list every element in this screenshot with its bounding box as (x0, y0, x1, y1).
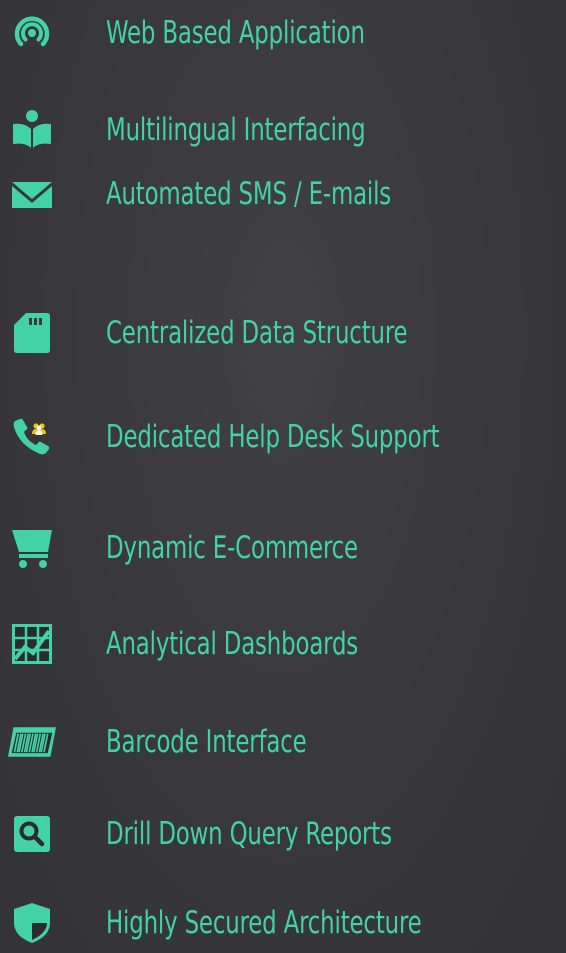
feature-item-web-based: Web Based Application (0, 3, 566, 63)
feature-label: Multilingual Interfacing (106, 112, 366, 148)
feature-label: Automated SMS / E-mails (106, 176, 392, 212)
feature-item-analytics: Analytical Dashboards (0, 614, 566, 674)
feature-item-e-commerce: Dynamic E-Commerce (0, 518, 566, 578)
feature-label: Analytical Dashboards (106, 626, 359, 662)
feature-item-multilingual: Multilingual Interfacing (0, 100, 566, 160)
feature-label: Barcode Interface (106, 724, 307, 760)
envelope-icon (8, 172, 56, 216)
chart-grid-icon (8, 622, 56, 666)
feature-list: Web Based Application Multilingual Inter… (0, 0, 566, 953)
broadcast-signal-icon (8, 11, 56, 55)
feature-label: Dynamic E-Commerce (106, 530, 358, 566)
feature-item-security: Highly Secured Architecture (0, 893, 566, 953)
feature-label: Highly Secured Architecture (106, 905, 422, 941)
support-phone-icon (8, 415, 56, 459)
shopping-cart-icon (8, 526, 56, 570)
feature-item-drill-down: Drill Down Query Reports (0, 804, 566, 864)
feature-item-centralized-data: Centralized Data Structure (0, 303, 566, 363)
search-icon (8, 812, 56, 856)
reader-book-icon (8, 108, 56, 152)
shield-icon (8, 901, 56, 945)
feature-item-automated-sms: Automated SMS / E-mails (0, 164, 566, 224)
feature-label: Centralized Data Structure (106, 315, 408, 351)
feature-label: Drill Down Query Reports (106, 816, 392, 852)
feature-label: Dedicated Help Desk Support (106, 419, 440, 455)
feature-item-help-desk: Dedicated Help Desk Support (0, 407, 566, 467)
sd-card-icon (8, 311, 56, 355)
feature-item-barcode: Barcode Interface (0, 712, 566, 772)
feature-label: Web Based Application (106, 15, 365, 51)
barcode-icon (8, 720, 56, 764)
